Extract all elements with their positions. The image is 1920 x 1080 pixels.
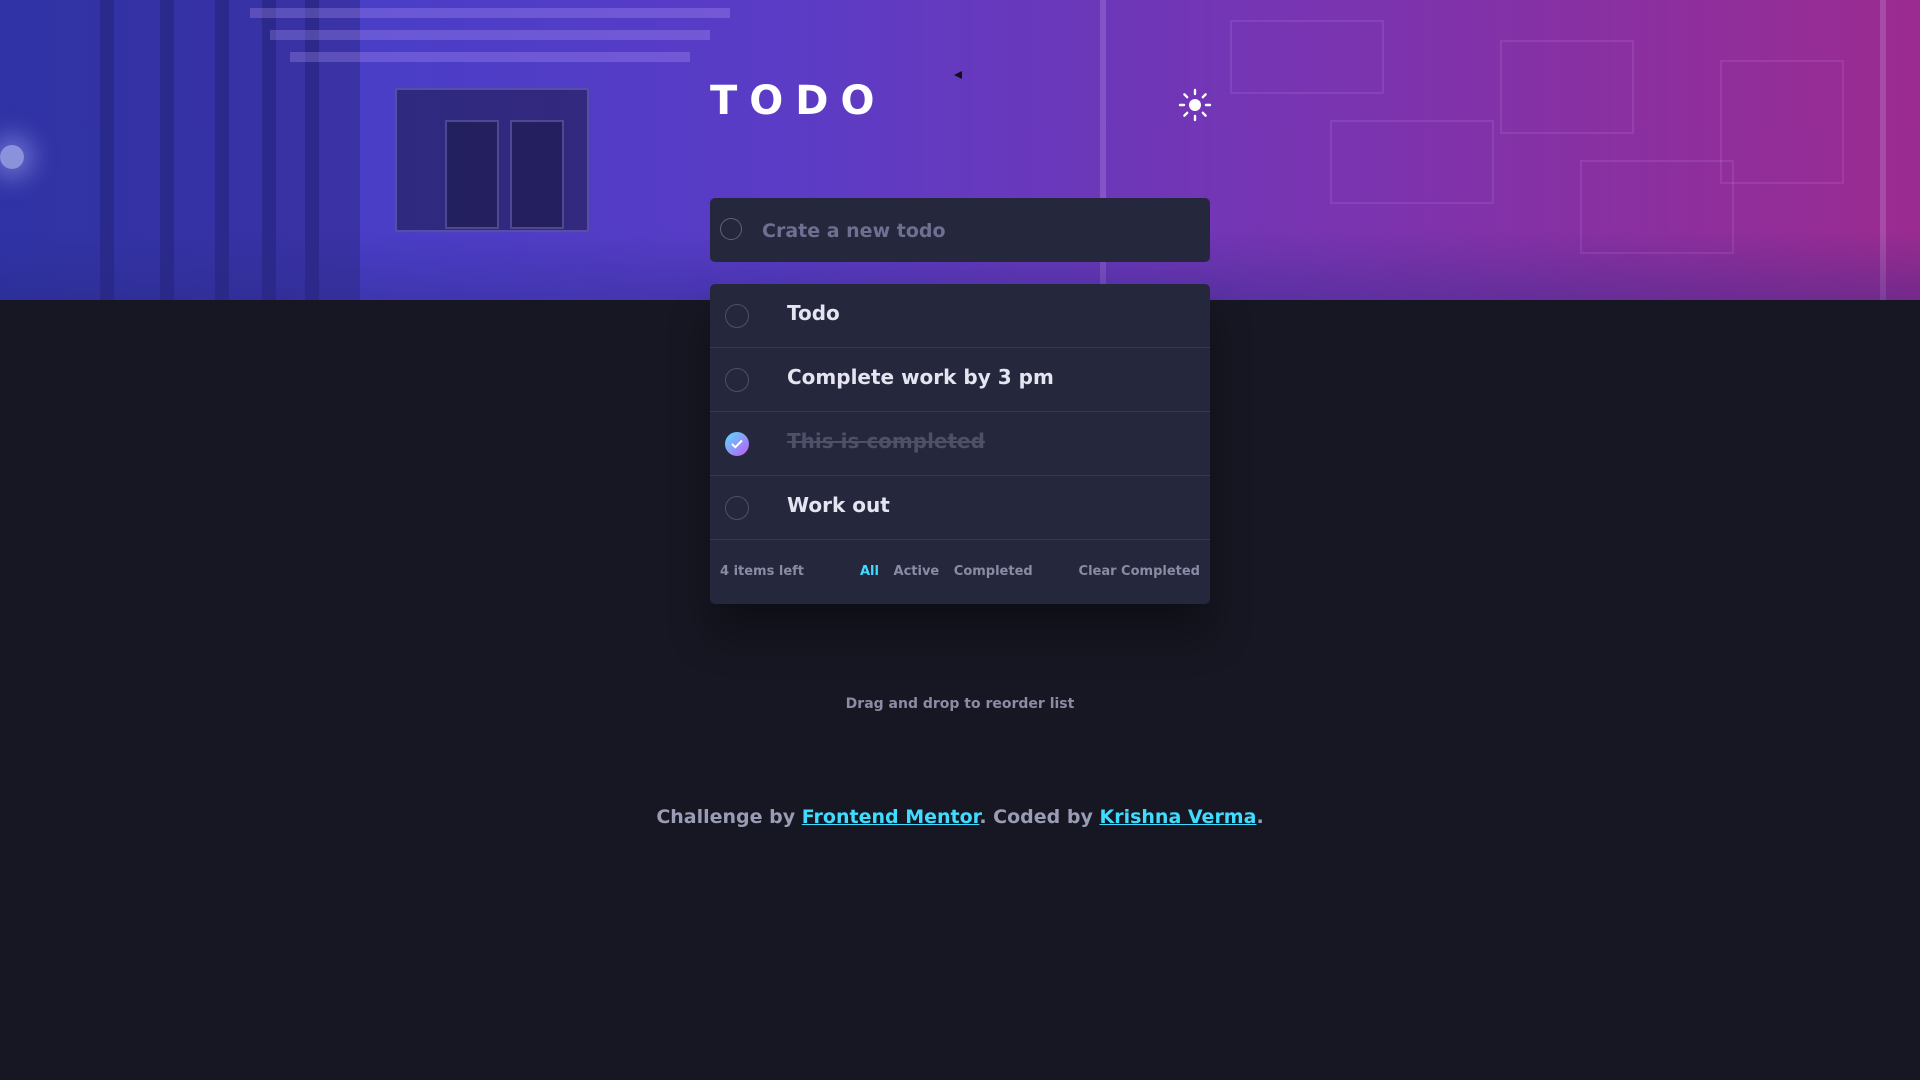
- todo-checkbox[interactable]: [725, 304, 749, 328]
- todo-item[interactable]: Complete work by 3 pm: [710, 348, 1210, 412]
- drag-drop-hint: Drag and drop to reorder list: [845, 696, 1075, 712]
- frontend-mentor-link[interactable]: Frontend Mentor: [802, 806, 980, 828]
- clear-completed-button[interactable]: Clear Completed: [1079, 564, 1200, 579]
- attribution-prefix: Challenge by: [656, 806, 796, 828]
- filter-active[interactable]: Active: [894, 564, 940, 579]
- todo-text: This is completed: [787, 429, 985, 453]
- new-todo-bar: [710, 198, 1210, 262]
- theme-toggle-button[interactable]: [1178, 88, 1212, 122]
- todo-checkbox[interactable]: [725, 368, 749, 392]
- items-left-count: 4 items left: [720, 564, 805, 579]
- attribution-middle: . Coded by: [979, 806, 1093, 828]
- todo-text: Complete work by 3 pm: [787, 365, 1054, 389]
- new-todo-circle-icon[interactable]: [720, 218, 742, 240]
- attribution: Challenge by Frontend Mentor. Coded by K…: [0, 806, 1920, 828]
- list-footer: 4 items left All Active Completed Clear …: [710, 540, 1210, 604]
- mouse-cursor-icon: [954, 71, 962, 79]
- todo-checkbox-checked[interactable]: [725, 432, 749, 456]
- todo-item[interactable]: Work out: [710, 476, 1210, 540]
- attribution-suffix: .: [1256, 806, 1264, 828]
- checkmark-icon: [731, 439, 743, 449]
- todo-text: Todo: [787, 301, 840, 325]
- filter-completed[interactable]: Completed: [954, 564, 1033, 579]
- todo-text: Work out: [787, 493, 890, 517]
- todo-checkbox[interactable]: [725, 496, 749, 520]
- todo-list: Todo Complete work by 3 pm This is compl…: [710, 284, 1210, 604]
- new-todo-input[interactable]: [760, 210, 1194, 252]
- todo-item[interactable]: Todo: [710, 284, 1210, 348]
- sun-icon: [1178, 88, 1212, 122]
- filter-group: All Active Completed: [860, 564, 1043, 579]
- filter-all[interactable]: All: [860, 564, 879, 579]
- author-link[interactable]: Krishna Verma: [1099, 806, 1256, 828]
- todo-item-completed[interactable]: This is completed: [710, 412, 1210, 476]
- app-title: TODO: [710, 78, 887, 124]
